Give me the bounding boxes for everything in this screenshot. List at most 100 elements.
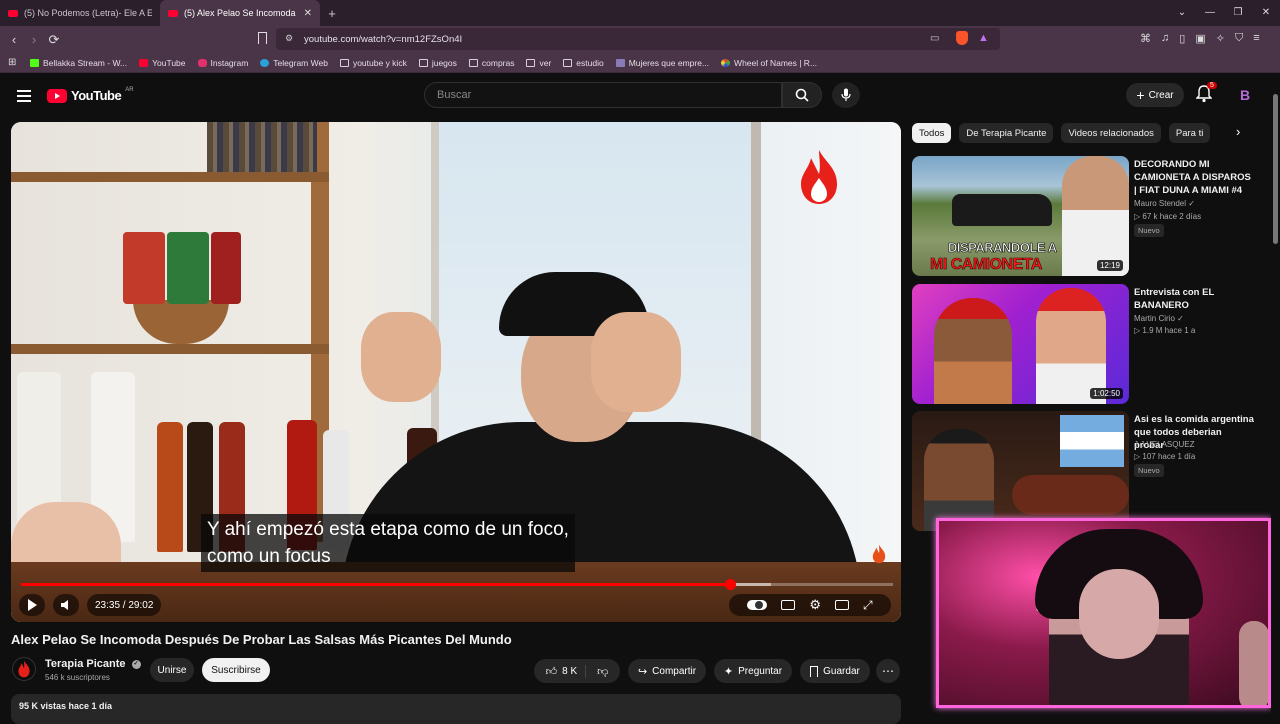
play-icon bbox=[28, 599, 37, 611]
address-bar[interactable]: ⚙ youtube.com/watch?v=nm12FZsOn4I ▭ ▲ bbox=[276, 28, 1000, 50]
fullscreen-icon[interactable]: ⤢ bbox=[863, 598, 873, 613]
bookmark-item[interactable]: YouTube bbox=[139, 58, 186, 68]
flame-logo-icon bbox=[801, 150, 837, 204]
youtube-logo-icon bbox=[47, 88, 67, 103]
dislike-button[interactable]: 👎︎ bbox=[591, 665, 608, 678]
minimize-icon[interactable]: — bbox=[1196, 0, 1224, 26]
page-scrollbar[interactable] bbox=[1271, 74, 1280, 720]
settings-gear-icon[interactable]: ⚙ bbox=[809, 597, 821, 613]
bookmark-folder[interactable]: juegos bbox=[418, 58, 457, 68]
subtitles-icon[interactable] bbox=[781, 600, 796, 610]
autoplay-toggle-knob bbox=[755, 601, 764, 609]
new-tab-button[interactable]: + bbox=[320, 6, 344, 21]
video-duration: 12:19 bbox=[1096, 260, 1123, 271]
reload-icon[interactable]: ⟳ bbox=[44, 32, 64, 48]
scrollbar-thumb[interactable] bbox=[1273, 94, 1278, 244]
subscriber-count: 546 k suscriptores bbox=[45, 673, 110, 682]
recommended-video[interactable]: Asi es la comida argentina que todos deb… bbox=[912, 411, 1254, 531]
save-button[interactable]: Guardar bbox=[800, 659, 870, 683]
kick-icon bbox=[30, 58, 39, 67]
media-icon[interactable]: ♫ bbox=[1161, 32, 1169, 45]
join-button[interactable]: Unirse bbox=[150, 658, 194, 682]
voice-search-button[interactable] bbox=[832, 82, 860, 108]
wallet-icon[interactable]: ▣ bbox=[1195, 32, 1205, 45]
close-window-icon[interactable]: ✕ bbox=[1252, 0, 1280, 26]
restore-icon[interactable]: ❐ bbox=[1224, 0, 1252, 26]
verified-icon: ✓ bbox=[1188, 199, 1195, 208]
thumbnail-flag bbox=[1060, 415, 1124, 467]
chevron-right-icon[interactable]: › bbox=[1236, 124, 1240, 139]
recommended-channel[interactable]: Mauro Stendel ✓ bbox=[1134, 199, 1195, 208]
miniplayer-icon[interactable] bbox=[835, 600, 850, 610]
recommended-channel[interactable]: Martin Cirio ✓ bbox=[1134, 314, 1184, 323]
bookmark-folder[interactable]: compras bbox=[468, 58, 514, 68]
video-frame-bottle bbox=[157, 422, 183, 552]
create-button[interactable]: + Crear bbox=[1126, 83, 1184, 107]
leo-icon[interactable]: ✧ bbox=[1216, 32, 1225, 45]
search-input[interactable] bbox=[437, 89, 757, 101]
bookmark-page-icon[interactable] bbox=[258, 32, 267, 44]
share-label: Compartir bbox=[652, 665, 697, 677]
extensions-icon[interactable]: ⌘ bbox=[1140, 32, 1151, 45]
forward-icon[interactable]: › bbox=[24, 32, 44, 47]
bookmark-item[interactable]: Instagram bbox=[197, 58, 248, 68]
cast-icon[interactable]: ▭ bbox=[930, 33, 939, 44]
subscribe-button[interactable]: Suscribirse bbox=[202, 658, 270, 682]
channel-avatar[interactable] bbox=[12, 657, 36, 681]
brave-shield-icon[interactable] bbox=[956, 31, 968, 45]
apps-grid-icon[interactable]: ⊞ bbox=[8, 57, 16, 68]
sidebar-icon[interactable]: ▯ bbox=[1179, 32, 1185, 45]
bookmark-folder[interactable]: youtube y kick bbox=[339, 58, 407, 68]
share-icon: ↪ bbox=[637, 665, 648, 678]
ask-button[interactable]: ✦ Preguntar bbox=[714, 659, 792, 683]
autoplay-toggle[interactable] bbox=[747, 600, 768, 610]
video-player[interactable]: Y ahí empezó esta etapa como de un foco,… bbox=[11, 122, 901, 622]
back-icon[interactable]: ‹ bbox=[4, 32, 24, 47]
youtube-logo[interactable]: YouTube AR bbox=[47, 87, 134, 103]
mute-button[interactable] bbox=[53, 594, 79, 616]
chip-channel[interactable]: De Terapia Picante bbox=[959, 123, 1054, 143]
notifications-button[interactable]: 5 bbox=[1195, 82, 1217, 105]
video-thumbnail[interactable]: 1:02:50 bbox=[912, 284, 1129, 404]
video-progress-bar[interactable] bbox=[21, 579, 893, 590]
video-title: Alex Pelao Se Incomoda Después De Probar… bbox=[11, 632, 512, 647]
play-button[interactable] bbox=[19, 594, 45, 616]
rewards-icon[interactable]: ▲ bbox=[978, 32, 989, 44]
close-tab-icon[interactable]: ✕ bbox=[304, 8, 312, 19]
bookmark-folder[interactable]: estudio bbox=[563, 58, 604, 68]
vpn-icon[interactable]: ⛉ bbox=[1235, 32, 1243, 45]
more-actions-button[interactable]: ⋯ bbox=[876, 659, 900, 683]
bookmark-folder[interactable]: ver bbox=[526, 58, 551, 68]
site-settings-icon[interactable]: ⚙ bbox=[285, 33, 293, 44]
scrubber-handle[interactable] bbox=[724, 579, 736, 590]
browser-tab[interactable]: (5) No Podemos (Letra)- Ele A El Dom bbox=[0, 0, 160, 26]
recommended-title[interactable]: Entrevista con EL BANANERO bbox=[1134, 286, 1254, 312]
search-button[interactable] bbox=[782, 82, 822, 108]
video-thumbnail[interactable]: DISPARANDOLE A MI CAMIONETA 12:19 bbox=[912, 156, 1129, 276]
browser-tab-active[interactable]: (5) Alex Pelao Se Incomoda Desp ✕ bbox=[160, 0, 320, 26]
like-button[interactable]: 👍︎ 8 K bbox=[546, 664, 587, 678]
recommended-channel[interactable]: J J VELASQUEZ bbox=[1134, 440, 1194, 449]
guide-menu-icon[interactable] bbox=[17, 90, 31, 102]
share-button[interactable]: ↪ Compartir bbox=[628, 659, 706, 683]
video-caption: Y ahí empezó esta etapa como de un foco,… bbox=[201, 514, 575, 572]
channel-name-row[interactable]: Terapia Picante ✓ bbox=[45, 658, 141, 670]
chip-for-you[interactable]: Para ti bbox=[1168, 123, 1211, 143]
chip-all[interactable]: Todos bbox=[912, 123, 952, 143]
tab-label: (5) Alex Pelao Se Incomoda Desp bbox=[184, 8, 298, 18]
bookmark-item[interactable]: Bellakka Stream - W... bbox=[30, 58, 127, 68]
account-avatar[interactable]: B bbox=[1234, 84, 1256, 106]
video-thumbnail[interactable] bbox=[912, 411, 1129, 531]
channel-label: J J VELASQUEZ bbox=[1134, 440, 1195, 449]
wheel-icon bbox=[721, 58, 731, 67]
tab-list-chevron-icon[interactable]: ⌄ bbox=[1168, 0, 1196, 26]
bookmark-item[interactable]: Telegram Web bbox=[260, 58, 328, 68]
bookmark-item[interactable]: Mujeres que empre... bbox=[615, 58, 709, 68]
bookmark-item[interactable]: Wheel of Names | R... bbox=[721, 58, 817, 68]
chip-related[interactable]: Videos relacionados bbox=[1061, 123, 1161, 143]
recommended-video[interactable]: DISPARANDOLE A MI CAMIONETA 12:19 DECORA… bbox=[912, 156, 1252, 276]
recommended-title[interactable]: DECORANDO MI CAMIONETA A DISPAROS | FIAT… bbox=[1134, 158, 1254, 197]
menu-icon[interactable]: ≡ bbox=[1253, 32, 1259, 45]
recommended-video[interactable]: 1:02:50 Entrevista con EL BANANERO Marti… bbox=[912, 284, 1252, 404]
flame-icon bbox=[18, 660, 30, 678]
